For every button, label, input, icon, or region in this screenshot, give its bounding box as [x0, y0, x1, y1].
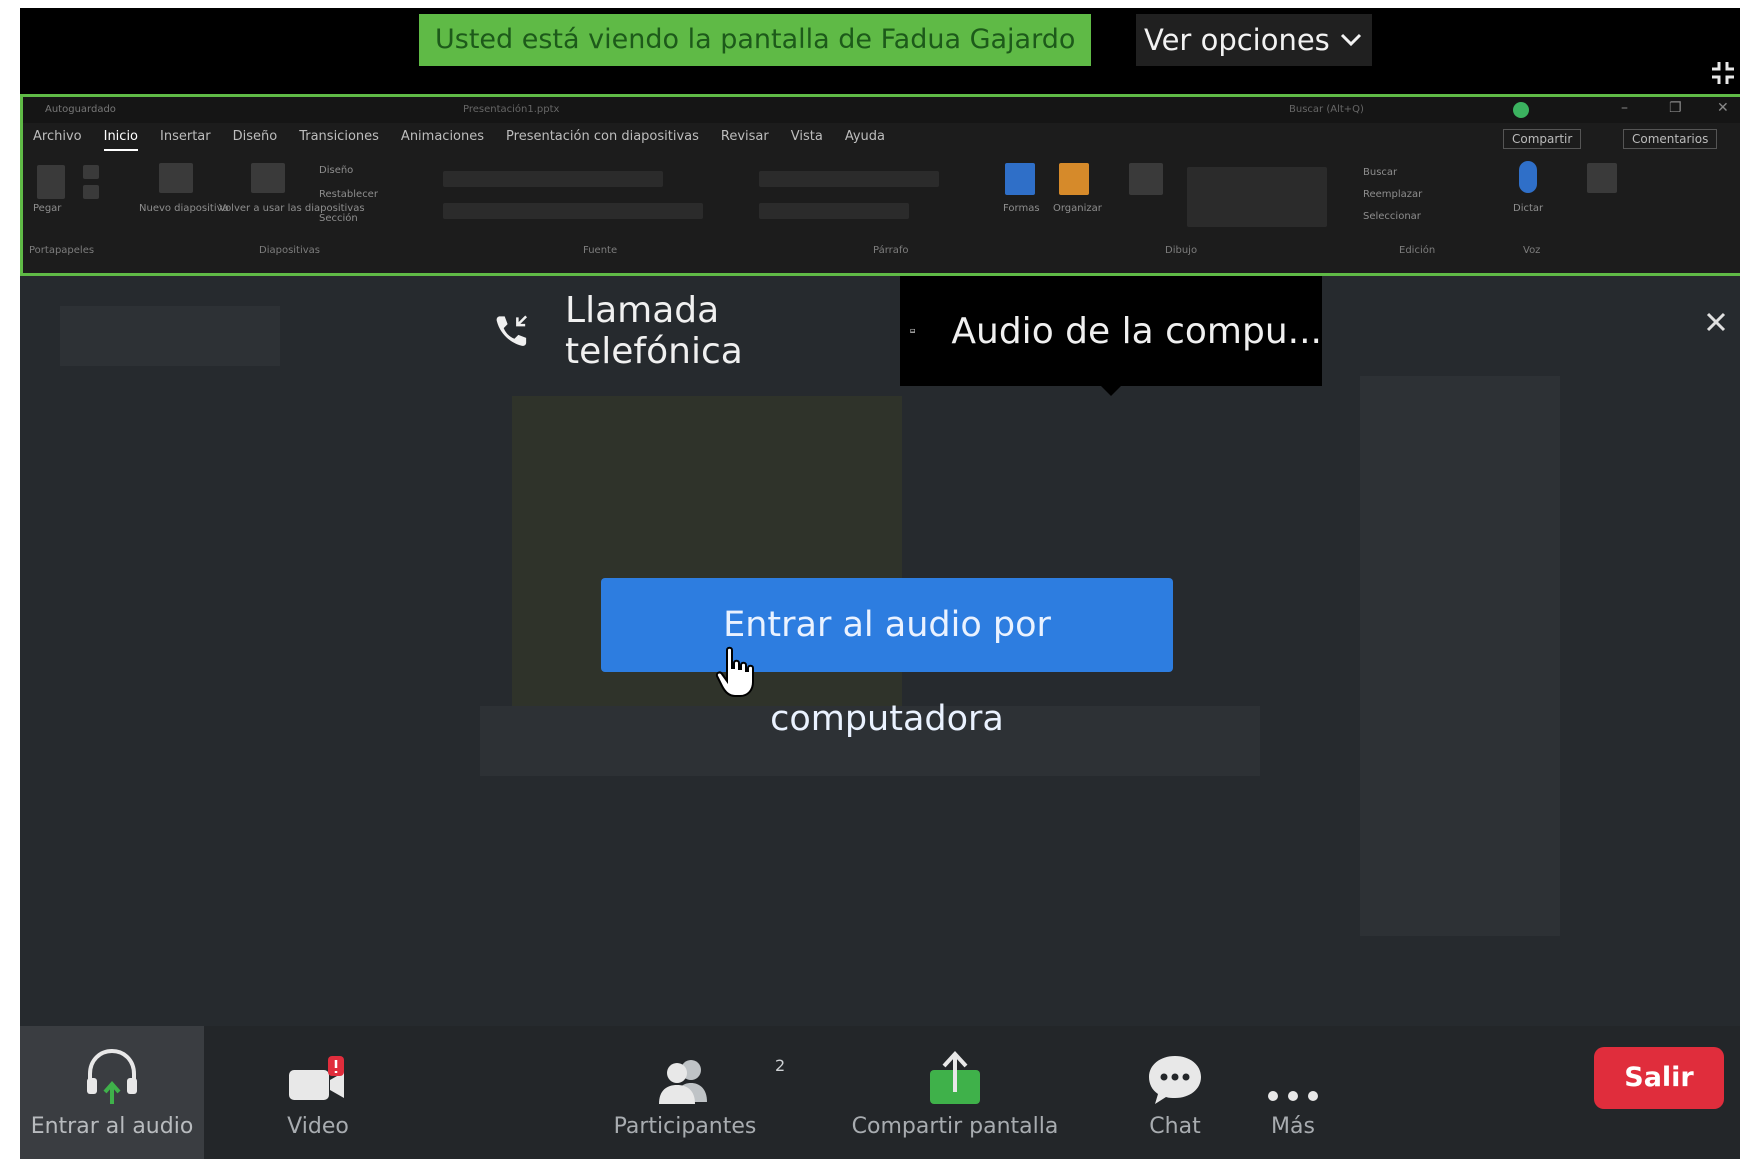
ribbon-tab: Transiciones — [299, 129, 379, 144]
ribbon-tab: Revisar — [720, 129, 769, 144]
more-label: Más — [1271, 1114, 1315, 1139]
computer-tab-label: Audio de la compu... — [951, 310, 1322, 352]
ribbon-tab: Vista — [790, 129, 823, 144]
participants-count: 2 — [775, 1056, 786, 1075]
search-box: Buscar (Alt+Q) — [1289, 104, 1364, 115]
chat-button[interactable]: Chat — [1135, 1026, 1215, 1159]
meeting-area: Llamada telefónica Audio de la compu... … — [20, 276, 1740, 1026]
cut-icon — [83, 165, 99, 179]
designer-icon — [1587, 163, 1617, 193]
drawing-options — [1187, 167, 1327, 227]
shapes-label: Formas — [1003, 203, 1040, 214]
shapes-icon — [1005, 163, 1035, 195]
ribbon-body: Pegar Nuevo diapositiva Volver a usar la… — [23, 157, 1740, 249]
phone-tab-label: Llamada telefónica — [565, 290, 743, 372]
exit-fullscreen-icon[interactable] — [1710, 60, 1736, 86]
ribbon-group-labels: Portapapeles Diapositivas Fuente Párrafo… — [23, 245, 1740, 259]
chevron-down-icon — [1340, 33, 1361, 47]
ribbon-tab: Presentación con diapositivas — [506, 129, 699, 144]
search-label: Buscar — [1363, 167, 1398, 178]
join-computer-audio-button[interactable]: Entrar al audio por computadora — [601, 578, 1173, 739]
sharing-banner: Usted está viendo la pantalla de Fadua G… — [419, 14, 1092, 66]
share-screen-icon — [930, 1051, 980, 1104]
reuse-slides-icon — [251, 163, 285, 193]
close-icon: ✕ — [1717, 100, 1729, 116]
paragraph-row-2 — [759, 203, 909, 219]
hand-cursor-icon — [715, 646, 754, 697]
group-label: Edición — [1399, 245, 1436, 256]
ribbon-tab: Diseño — [232, 129, 278, 144]
view-options-button[interactable]: Ver opciones — [1136, 14, 1372, 66]
chat-bubble-icon — [1149, 1056, 1201, 1104]
share-screen-button[interactable]: Compartir pantalla — [840, 1026, 1070, 1159]
dictate-label: Dictar — [1513, 203, 1544, 214]
dimmed-thumbnail — [60, 306, 280, 366]
new-slide-icon — [159, 163, 193, 193]
file-name: Presentación1.pptx — [463, 104, 560, 115]
top-banner-bar: Usted está viendo la pantalla de Fadua G… — [20, 8, 1740, 94]
audio-tab-bar: Llamada telefónica Audio de la compu... — [462, 276, 1322, 396]
video-label: Video — [287, 1114, 349, 1139]
laptop-icon — [910, 328, 916, 333]
new-slide-label: Nuevo diapositiva — [139, 203, 229, 214]
group-label: Voz — [1523, 245, 1541, 256]
reset-label: Restablecer — [319, 189, 378, 200]
participants-icon — [659, 1060, 707, 1104]
close-icon[interactable] — [1702, 308, 1730, 336]
ribbon-tab: Archivo — [33, 129, 82, 144]
shared-titlebar: Autoguardado Presentación1.pptx Buscar (… — [23, 97, 1740, 123]
group-label: Dibujo — [1165, 245, 1198, 256]
group-label: Portapapeles — [29, 245, 95, 256]
copy-icon — [83, 185, 99, 199]
paste-label: Pegar — [33, 203, 62, 214]
arrange-label: Organizar — [1053, 203, 1102, 214]
video-camera-icon — [289, 1056, 344, 1100]
section-label: Sección — [319, 213, 358, 224]
headphones-icon — [87, 1048, 137, 1104]
ribbon-tab: Insertar — [160, 129, 211, 144]
ribbon-tab: Animaciones — [400, 129, 485, 144]
font-name-box — [443, 171, 663, 187]
autosave-label: Autoguardado — [45, 104, 116, 115]
meeting-toolbar: Entrar al audio Video 2 Participantes Co… — [20, 1026, 1740, 1159]
ribbon-tabs: Archivo Inicio Insertar Diseño Transicio… — [33, 129, 885, 151]
ppt-comments-button: Comentarios — [1623, 129, 1718, 149]
group-label: Diapositivas — [259, 245, 321, 256]
more-dots-icon — [1268, 1091, 1318, 1101]
restore-icon: ❐ — [1669, 100, 1682, 116]
tab-computer-audio[interactable]: Audio de la compu... — [900, 276, 1322, 396]
arrange-icon — [1059, 163, 1089, 195]
avatar — [1513, 102, 1529, 118]
tab-phone-call[interactable]: Llamada telefónica — [462, 276, 900, 386]
microphone-icon — [1519, 161, 1537, 193]
participants-button[interactable]: 2 Participantes — [600, 1026, 786, 1159]
select-label: Seleccionar — [1363, 211, 1421, 222]
quick-styles-icon — [1129, 163, 1163, 195]
group-label: Párrafo — [873, 245, 909, 256]
participants-label: Participantes — [613, 1114, 757, 1139]
zoom-meeting-window: Usted está viendo la pantalla de Fadua G… — [20, 8, 1740, 1159]
layout-label: Diseño — [319, 165, 354, 176]
exit-meeting-button[interactable]: Salir — [1594, 1047, 1724, 1109]
ppt-share-button: Compartir — [1503, 129, 1582, 149]
replace-label: Reemplazar — [1363, 189, 1423, 200]
join-audio-button[interactable]: Entrar al audio — [20, 1026, 204, 1159]
shared-screen: Autoguardado Presentación1.pptx Buscar (… — [20, 94, 1740, 276]
dimmed-side-panel — [1360, 376, 1560, 936]
paste-icon — [37, 165, 65, 199]
more-button[interactable]: Más — [1256, 1026, 1330, 1159]
video-button[interactable]: Video — [258, 1026, 378, 1159]
chat-label: Chat — [1149, 1114, 1201, 1139]
phone-icon — [496, 315, 528, 346]
group-label: Fuente — [583, 245, 618, 256]
ribbon-tab-active: Inicio — [103, 129, 139, 151]
share-screen-label: Compartir pantalla — [851, 1114, 1059, 1139]
font-format-row — [443, 203, 703, 219]
paragraph-row-1 — [759, 171, 939, 187]
active-tab-pointer — [1100, 385, 1122, 396]
ribbon-tab: Ayuda — [844, 129, 885, 144]
minimize-icon: – — [1621, 100, 1628, 116]
join-audio-label: Entrar al audio — [30, 1114, 194, 1139]
view-options-label: Ver opciones — [1144, 23, 1330, 57]
